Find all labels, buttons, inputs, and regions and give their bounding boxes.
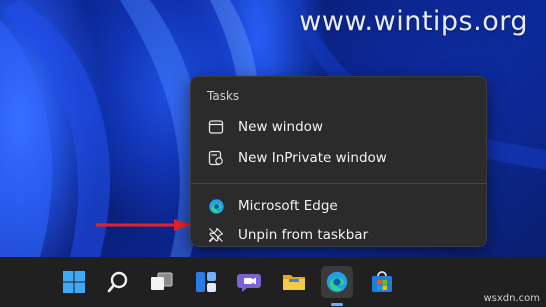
menu-item-label: New window bbox=[238, 119, 323, 135]
edge-icon bbox=[326, 271, 348, 293]
menu-separator bbox=[191, 183, 486, 184]
menu-item-label: Microsoft Edge bbox=[238, 198, 338, 214]
task-view-icon[interactable] bbox=[146, 266, 178, 298]
watermark-text: www.wintips.org bbox=[299, 6, 528, 37]
search-icon[interactable] bbox=[102, 266, 134, 298]
file-explorer-icon[interactable] bbox=[278, 266, 310, 298]
unpin-icon bbox=[207, 226, 225, 244]
taskbar: wsxdn.com bbox=[0, 257, 546, 307]
microsoft-store-icon[interactable] bbox=[366, 266, 398, 298]
edge-taskbar-button[interactable] bbox=[321, 266, 353, 298]
menu-item-unpin-from-taskbar[interactable]: Unpin from taskbar bbox=[197, 221, 480, 249]
menu-item-microsoft-edge[interactable]: Microsoft Edge bbox=[197, 191, 480, 221]
menu-item-label: Unpin from taskbar bbox=[238, 227, 369, 243]
menu-header-tasks: Tasks bbox=[207, 89, 240, 103]
red-arrow-annotation bbox=[96, 219, 192, 231]
edge-icon bbox=[207, 197, 225, 215]
widgets-icon[interactable] bbox=[190, 266, 222, 298]
windows-start-icon[interactable] bbox=[58, 266, 90, 298]
edge-jump-list-menu: Tasks New window New InPrivate window Mi… bbox=[190, 76, 487, 247]
window-icon bbox=[207, 118, 225, 136]
inprivate-icon bbox=[207, 149, 225, 167]
menu-item-label: New InPrivate window bbox=[238, 150, 387, 166]
active-app-indicator bbox=[331, 303, 343, 306]
footer-watermark: wsxdn.com bbox=[483, 293, 540, 304]
menu-item-new-inprivate-window[interactable]: New InPrivate window bbox=[197, 143, 480, 173]
teams-chat-icon[interactable] bbox=[234, 266, 266, 298]
menu-item-new-window[interactable]: New window bbox=[197, 112, 480, 142]
